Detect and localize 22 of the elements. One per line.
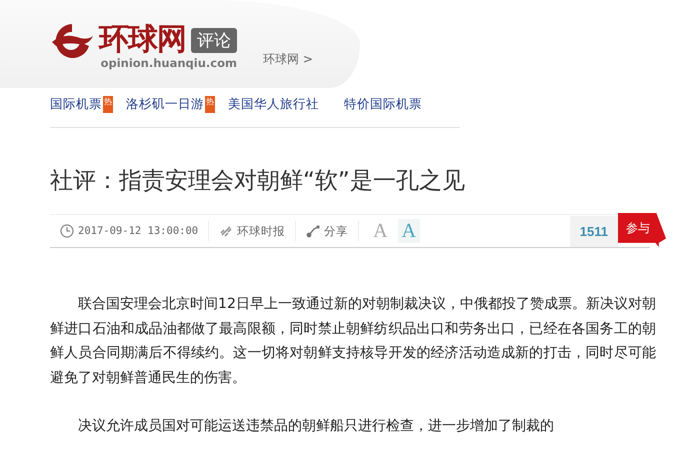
section-badge: 评论 [191, 28, 237, 52]
article-paragraph: 决议允许成员国对可能运送违禁品的朝鲜船只进行检查，进一步增加了制裁的 [77, 417, 555, 436]
publish-time: 2017-09-12 13:00:00 [78, 225, 198, 237]
logo-icon [50, 22, 94, 58]
clock-icon [60, 224, 74, 238]
comment-count[interactable]: 1511 [570, 216, 618, 246]
link-icon [219, 224, 234, 238]
site-logo-text[interactable]: 环球网 [99, 23, 186, 57]
share-button[interactable]: 分享 [324, 224, 348, 238]
share-icon [306, 224, 320, 238]
nav-link[interactable]: 洛杉矶一日游 [126, 96, 204, 113]
hot-badge: 热 [103, 96, 113, 113]
nav-link[interactable]: 特价国际机票 [344, 96, 422, 113]
nav-link[interactable]: 美国华人旅行社 [228, 96, 319, 113]
article-paragraph: 联合国安理会北京时间12日早上一致通过新的对朝制裁决议，中俄都投了赞成票。新决议对朝鲜进口石油和成品油都做了最高限额，同时禁止朝鲜纺织品出口和劳务出口，已经在各国务工的朝鲜人员合同期满后不得续约。这一切将对朝鲜支持核导开发的经济活动造成新的打击，同时尽可能避免了对朝鲜普通民生的伤害。 [50, 295, 656, 388]
article-title: 社评：指责安理会对朝鲜“软”是一孔之见 [50, 167, 466, 196]
join-comment-button[interactable]: 参与 [618, 213, 666, 247]
breadcrumb[interactable]: 环球网 > [263, 51, 313, 68]
nav-link[interactable]: 国际机票 [50, 96, 102, 113]
hot-badge: 热 [205, 96, 215, 113]
article-source[interactable]: 环球时报 [237, 224, 286, 238]
site-domain: opinion.huanqiu.com [100, 56, 237, 70]
